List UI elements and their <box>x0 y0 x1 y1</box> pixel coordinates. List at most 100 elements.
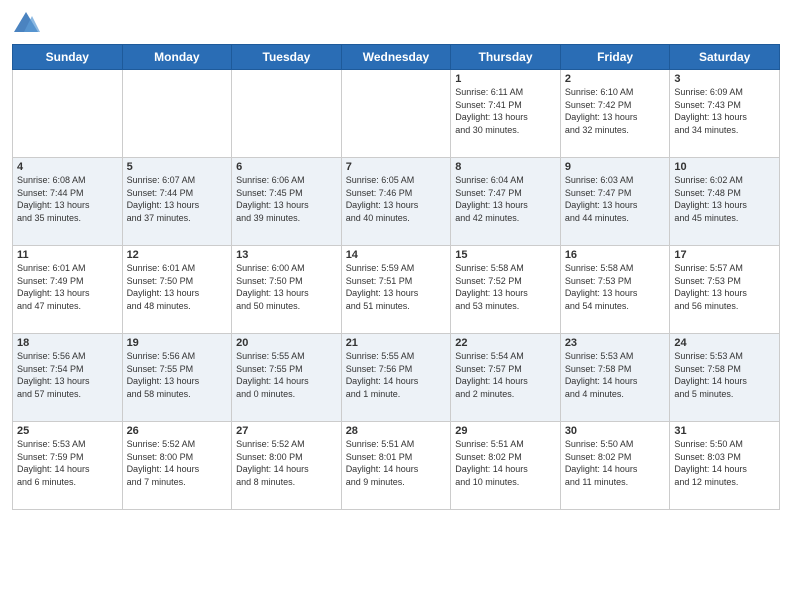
calendar-cell: 29Sunrise: 5:51 AM Sunset: 8:02 PM Dayli… <box>451 422 561 510</box>
day-info: Sunrise: 5:50 AM Sunset: 8:02 PM Dayligh… <box>565 438 666 488</box>
header-saturday: Saturday <box>670 45 780 70</box>
calendar-table: SundayMondayTuesdayWednesdayThursdayFrid… <box>12 44 780 510</box>
day-info: Sunrise: 6:02 AM Sunset: 7:48 PM Dayligh… <box>674 174 775 224</box>
calendar-week-2: 4Sunrise: 6:08 AM Sunset: 7:44 PM Daylig… <box>13 158 780 246</box>
calendar-cell <box>122 70 232 158</box>
day-info: Sunrise: 6:10 AM Sunset: 7:42 PM Dayligh… <box>565 86 666 136</box>
calendar-cell: 23Sunrise: 5:53 AM Sunset: 7:58 PM Dayli… <box>560 334 670 422</box>
day-info: Sunrise: 5:54 AM Sunset: 7:57 PM Dayligh… <box>455 350 556 400</box>
day-number: 18 <box>17 337 118 349</box>
day-info: Sunrise: 5:50 AM Sunset: 8:03 PM Dayligh… <box>674 438 775 488</box>
day-number: 26 <box>127 425 228 437</box>
page-container: SundayMondayTuesdayWednesdayThursdayFrid… <box>0 0 792 612</box>
day-number: 30 <box>565 425 666 437</box>
day-info: Sunrise: 5:58 AM Sunset: 7:53 PM Dayligh… <box>565 262 666 312</box>
day-number: 12 <box>127 249 228 261</box>
day-number: 13 <box>236 249 337 261</box>
calendar-cell: 7Sunrise: 6:05 AM Sunset: 7:46 PM Daylig… <box>341 158 451 246</box>
logo <box>12 10 44 38</box>
day-number: 25 <box>17 425 118 437</box>
day-info: Sunrise: 5:53 AM Sunset: 7:58 PM Dayligh… <box>674 350 775 400</box>
day-info: Sunrise: 6:04 AM Sunset: 7:47 PM Dayligh… <box>455 174 556 224</box>
day-info: Sunrise: 6:06 AM Sunset: 7:45 PM Dayligh… <box>236 174 337 224</box>
calendar-cell: 15Sunrise: 5:58 AM Sunset: 7:52 PM Dayli… <box>451 246 561 334</box>
day-number: 15 <box>455 249 556 261</box>
calendar-cell <box>13 70 123 158</box>
logo-icon <box>12 10 40 38</box>
calendar-cell: 11Sunrise: 6:01 AM Sunset: 7:49 PM Dayli… <box>13 246 123 334</box>
day-info: Sunrise: 6:00 AM Sunset: 7:50 PM Dayligh… <box>236 262 337 312</box>
calendar-cell: 1Sunrise: 6:11 AM Sunset: 7:41 PM Daylig… <box>451 70 561 158</box>
day-info: Sunrise: 5:56 AM Sunset: 7:55 PM Dayligh… <box>127 350 228 400</box>
day-number: 31 <box>674 425 775 437</box>
day-info: Sunrise: 5:51 AM Sunset: 8:02 PM Dayligh… <box>455 438 556 488</box>
calendar-cell: 10Sunrise: 6:02 AM Sunset: 7:48 PM Dayli… <box>670 158 780 246</box>
day-info: Sunrise: 5:53 AM Sunset: 7:59 PM Dayligh… <box>17 438 118 488</box>
day-number: 23 <box>565 337 666 349</box>
day-info: Sunrise: 6:09 AM Sunset: 7:43 PM Dayligh… <box>674 86 775 136</box>
day-number: 16 <box>565 249 666 261</box>
day-info: Sunrise: 5:55 AM Sunset: 7:56 PM Dayligh… <box>346 350 447 400</box>
calendar-cell: 16Sunrise: 5:58 AM Sunset: 7:53 PM Dayli… <box>560 246 670 334</box>
header-monday: Monday <box>122 45 232 70</box>
day-number: 28 <box>346 425 447 437</box>
day-info: Sunrise: 5:58 AM Sunset: 7:52 PM Dayligh… <box>455 262 556 312</box>
calendar-cell: 21Sunrise: 5:55 AM Sunset: 7:56 PM Dayli… <box>341 334 451 422</box>
calendar-cell: 13Sunrise: 6:00 AM Sunset: 7:50 PM Dayli… <box>232 246 342 334</box>
day-number: 19 <box>127 337 228 349</box>
calendar-cell: 18Sunrise: 5:56 AM Sunset: 7:54 PM Dayli… <box>13 334 123 422</box>
calendar-week-4: 18Sunrise: 5:56 AM Sunset: 7:54 PM Dayli… <box>13 334 780 422</box>
day-number: 17 <box>674 249 775 261</box>
calendar-cell <box>341 70 451 158</box>
day-info: Sunrise: 6:01 AM Sunset: 7:49 PM Dayligh… <box>17 262 118 312</box>
calendar-week-3: 11Sunrise: 6:01 AM Sunset: 7:49 PM Dayli… <box>13 246 780 334</box>
day-number: 8 <box>455 161 556 173</box>
calendar-week-5: 25Sunrise: 5:53 AM Sunset: 7:59 PM Dayli… <box>13 422 780 510</box>
day-info: Sunrise: 6:11 AM Sunset: 7:41 PM Dayligh… <box>455 86 556 136</box>
header-wednesday: Wednesday <box>341 45 451 70</box>
header-friday: Friday <box>560 45 670 70</box>
header-sunday: Sunday <box>13 45 123 70</box>
calendar-cell: 31Sunrise: 5:50 AM Sunset: 8:03 PM Dayli… <box>670 422 780 510</box>
calendar-cell: 30Sunrise: 5:50 AM Sunset: 8:02 PM Dayli… <box>560 422 670 510</box>
day-number: 2 <box>565 73 666 85</box>
day-number: 14 <box>346 249 447 261</box>
day-number: 21 <box>346 337 447 349</box>
calendar-cell: 26Sunrise: 5:52 AM Sunset: 8:00 PM Dayli… <box>122 422 232 510</box>
day-number: 1 <box>455 73 556 85</box>
day-number: 22 <box>455 337 556 349</box>
header-thursday: Thursday <box>451 45 561 70</box>
calendar-cell: 22Sunrise: 5:54 AM Sunset: 7:57 PM Dayli… <box>451 334 561 422</box>
calendar-cell <box>232 70 342 158</box>
calendar-cell: 24Sunrise: 5:53 AM Sunset: 7:58 PM Dayli… <box>670 334 780 422</box>
calendar-cell: 28Sunrise: 5:51 AM Sunset: 8:01 PM Dayli… <box>341 422 451 510</box>
calendar-week-1: 1Sunrise: 6:11 AM Sunset: 7:41 PM Daylig… <box>13 70 780 158</box>
calendar-cell: 27Sunrise: 5:52 AM Sunset: 8:00 PM Dayli… <box>232 422 342 510</box>
day-number: 5 <box>127 161 228 173</box>
calendar-cell: 17Sunrise: 5:57 AM Sunset: 7:53 PM Dayli… <box>670 246 780 334</box>
header-tuesday: Tuesday <box>232 45 342 70</box>
day-number: 20 <box>236 337 337 349</box>
day-number: 3 <box>674 73 775 85</box>
calendar-header-row: SundayMondayTuesdayWednesdayThursdayFrid… <box>13 45 780 70</box>
calendar-cell: 19Sunrise: 5:56 AM Sunset: 7:55 PM Dayli… <box>122 334 232 422</box>
day-info: Sunrise: 5:56 AM Sunset: 7:54 PM Dayligh… <box>17 350 118 400</box>
calendar-cell: 14Sunrise: 5:59 AM Sunset: 7:51 PM Dayli… <box>341 246 451 334</box>
calendar-cell: 12Sunrise: 6:01 AM Sunset: 7:50 PM Dayli… <box>122 246 232 334</box>
day-info: Sunrise: 5:59 AM Sunset: 7:51 PM Dayligh… <box>346 262 447 312</box>
calendar-cell: 3Sunrise: 6:09 AM Sunset: 7:43 PM Daylig… <box>670 70 780 158</box>
day-info: Sunrise: 5:55 AM Sunset: 7:55 PM Dayligh… <box>236 350 337 400</box>
day-info: Sunrise: 5:51 AM Sunset: 8:01 PM Dayligh… <box>346 438 447 488</box>
day-info: Sunrise: 6:05 AM Sunset: 7:46 PM Dayligh… <box>346 174 447 224</box>
day-info: Sunrise: 5:52 AM Sunset: 8:00 PM Dayligh… <box>127 438 228 488</box>
header <box>12 10 780 38</box>
day-number: 4 <box>17 161 118 173</box>
calendar-cell: 6Sunrise: 6:06 AM Sunset: 7:45 PM Daylig… <box>232 158 342 246</box>
day-info: Sunrise: 5:52 AM Sunset: 8:00 PM Dayligh… <box>236 438 337 488</box>
calendar-cell: 5Sunrise: 6:07 AM Sunset: 7:44 PM Daylig… <box>122 158 232 246</box>
day-info: Sunrise: 5:57 AM Sunset: 7:53 PM Dayligh… <box>674 262 775 312</box>
day-number: 7 <box>346 161 447 173</box>
day-info: Sunrise: 6:07 AM Sunset: 7:44 PM Dayligh… <box>127 174 228 224</box>
calendar-cell: 8Sunrise: 6:04 AM Sunset: 7:47 PM Daylig… <box>451 158 561 246</box>
day-number: 10 <box>674 161 775 173</box>
